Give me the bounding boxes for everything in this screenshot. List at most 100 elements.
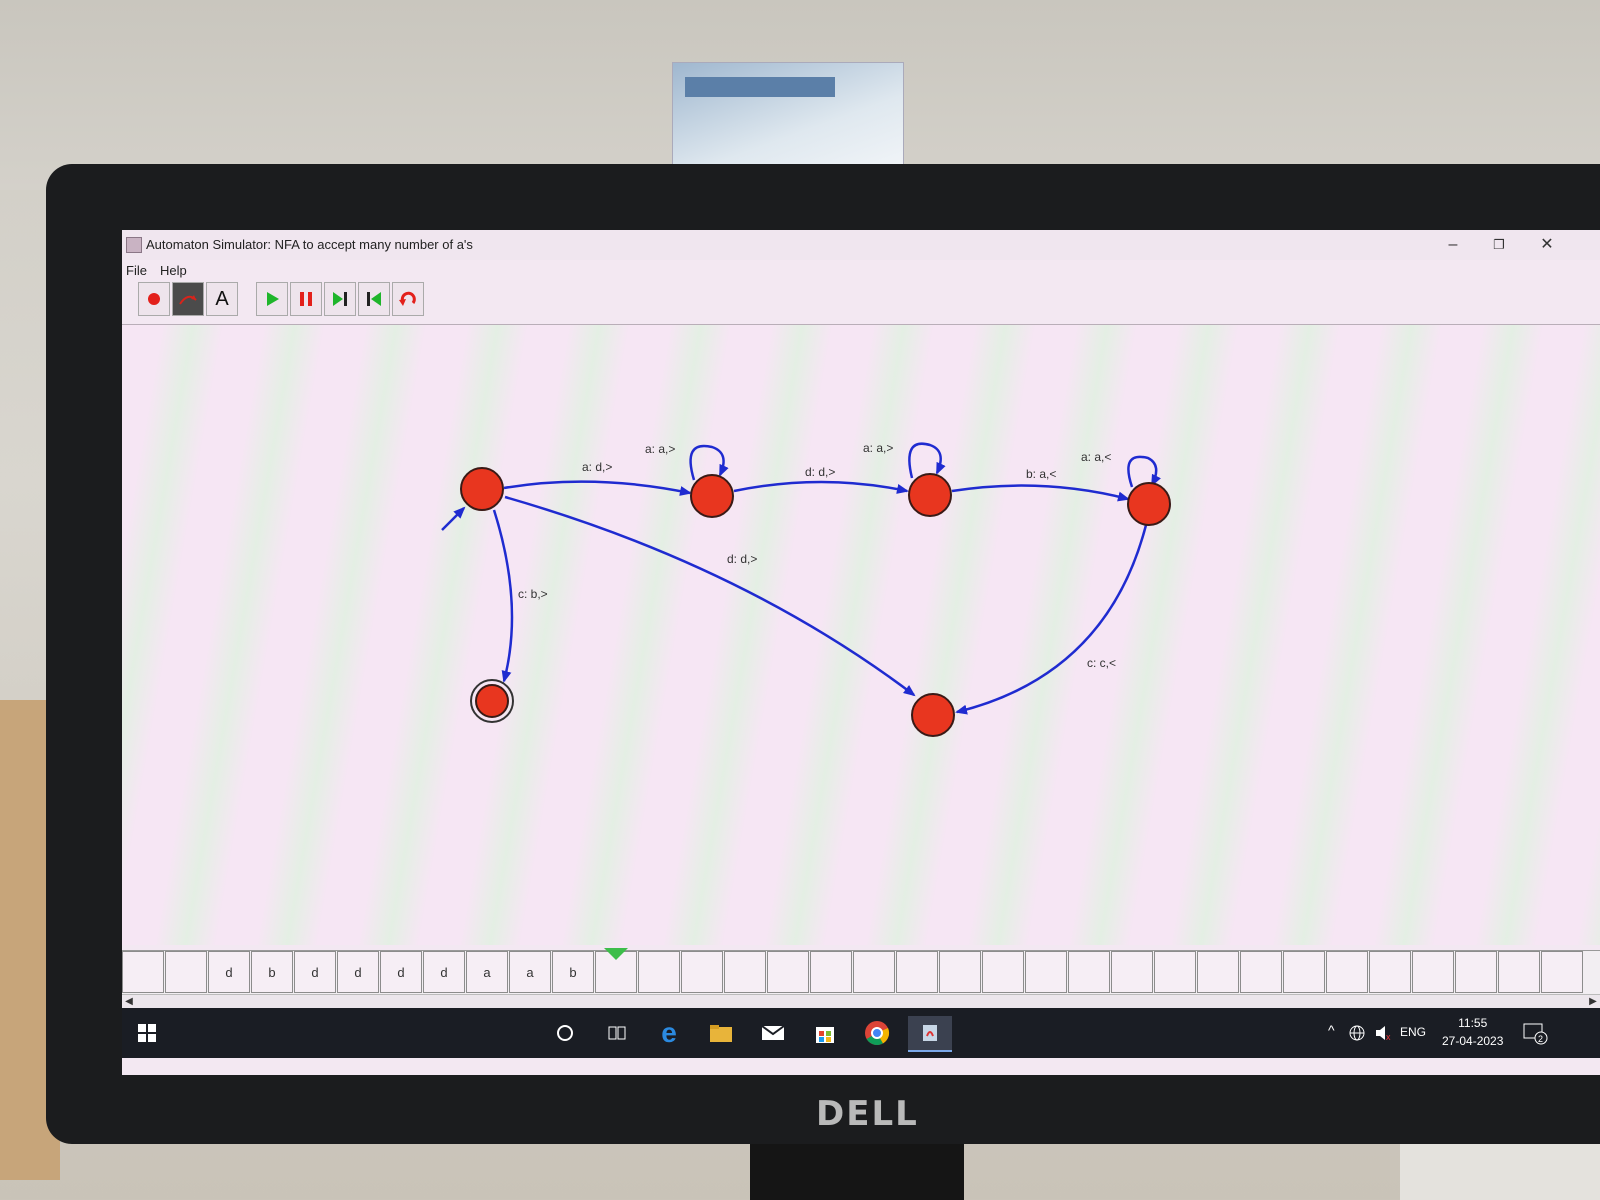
tape-cell[interactable] xyxy=(1025,951,1067,993)
tape-cell[interactable] xyxy=(810,951,852,993)
reset-button[interactable] xyxy=(358,282,390,316)
language-indicator[interactable]: ENG xyxy=(1400,1025,1426,1039)
tape[interactable]: dbddddaab xyxy=(122,948,1600,995)
minimize-button[interactable]: – xyxy=(1442,235,1464,255)
tape-cell[interactable]: d xyxy=(294,951,336,993)
run-button[interactable] xyxy=(256,282,288,316)
transition-q0-q1[interactable] xyxy=(503,480,692,496)
transition-q1-q2[interactable] xyxy=(733,480,909,494)
tray-chevron-icon[interactable]: ^ xyxy=(1328,1022,1335,1038)
tape-cell[interactable] xyxy=(1197,951,1239,993)
pause-icon xyxy=(300,292,312,306)
text-tool-icon: A xyxy=(215,287,229,310)
tape-cell[interactable] xyxy=(1326,951,1368,993)
state-q5-final[interactable] xyxy=(475,684,509,718)
tape-cell[interactable]: d xyxy=(380,951,422,993)
store-icon[interactable] xyxy=(808,1016,842,1050)
tape-cell[interactable] xyxy=(1498,951,1540,993)
clock-date: 27-04-2023 xyxy=(1442,1034,1504,1048)
transition-label: a: a,< xyxy=(1081,450,1111,464)
java-app-icon[interactable] xyxy=(908,1016,952,1052)
tape-cell[interactable] xyxy=(1068,951,1110,993)
rewind-icon xyxy=(367,292,381,306)
state-q0-initial[interactable] xyxy=(460,467,504,511)
step-button[interactable] xyxy=(324,282,356,316)
text-tool-button[interactable]: A xyxy=(206,282,238,316)
start-state-arrow xyxy=(441,506,466,531)
windows-start-icon[interactable] xyxy=(130,1016,164,1050)
transition-label: c: c,< xyxy=(1087,656,1116,670)
scroll-right-icon[interactable]: ▶ xyxy=(1586,995,1600,1009)
search-circle-icon[interactable] xyxy=(548,1016,582,1050)
tape-cell[interactable] xyxy=(724,951,766,993)
file-explorer-icon[interactable] xyxy=(704,1016,738,1050)
tape-cell[interactable]: b xyxy=(552,951,594,993)
tape-cell[interactable] xyxy=(853,951,895,993)
wall-poster xyxy=(672,62,904,174)
scroll-left-icon[interactable]: ◀ xyxy=(122,995,136,1009)
mail-icon[interactable] xyxy=(756,1016,790,1050)
add-state-button[interactable] xyxy=(138,282,170,316)
tape-cell[interactable] xyxy=(1240,951,1282,993)
tape-cell[interactable] xyxy=(1369,951,1411,993)
edge-browser-icon[interactable]: e xyxy=(652,1016,686,1050)
tape-cell[interactable] xyxy=(595,948,637,993)
tape-cell[interactable] xyxy=(638,951,680,993)
restore-button[interactable]: ❐ xyxy=(1488,235,1510,255)
automaton-diagram[interactable]: a: d,> a: a,> d: d,> a: a,> b: a,< a: a,… xyxy=(122,325,1600,945)
chrome-icon[interactable] xyxy=(860,1016,894,1050)
menu-bar: File Help xyxy=(122,260,1600,282)
menu-help[interactable]: Help xyxy=(160,263,187,278)
transition-label: a: a,> xyxy=(645,442,675,456)
tape-cell[interactable] xyxy=(122,951,164,993)
close-button[interactable]: ✕ xyxy=(1536,235,1558,255)
state-q2[interactable] xyxy=(908,473,952,517)
tape-cell[interactable]: b xyxy=(251,951,293,993)
add-transition-button[interactable] xyxy=(172,282,204,316)
tape-cell[interactable] xyxy=(681,951,723,993)
transition-q2-q3[interactable] xyxy=(951,484,1130,502)
transition-q0-q5[interactable] xyxy=(492,509,514,683)
tape-cell[interactable] xyxy=(939,951,981,993)
transition-label: a: a,> xyxy=(863,441,893,455)
tape-cell[interactable] xyxy=(1283,951,1325,993)
tape-cell[interactable] xyxy=(1111,951,1153,993)
play-icon xyxy=(267,292,279,306)
transition-q2-self[interactable] xyxy=(908,442,946,479)
automaton-canvas[interactable]: a: d,> a: a,> d: d,> a: a,> b: a,< a: a,… xyxy=(122,325,1600,945)
state-q3[interactable] xyxy=(1127,482,1171,526)
tape-cell[interactable]: d xyxy=(423,951,465,993)
transition-arrow-icon xyxy=(179,295,197,305)
taskbar-clock[interactable]: 11:55 27-04-2023 xyxy=(1442,1014,1503,1050)
pause-button[interactable] xyxy=(290,282,322,316)
transition-q0-q4[interactable] xyxy=(504,495,916,697)
task-view-icon[interactable] xyxy=(600,1016,634,1050)
tape-cell[interactable]: d xyxy=(337,951,379,993)
undo-button[interactable] xyxy=(392,282,424,316)
volume-muted-icon[interactable]: x xyxy=(1372,1016,1394,1050)
horizontal-scrollbar[interactable]: ◀ ▶ xyxy=(122,994,1600,1009)
monitor-brand-logo: DELL xyxy=(816,1094,919,1134)
transition-q3-q4[interactable] xyxy=(955,524,1148,715)
menu-file[interactable]: File xyxy=(126,263,147,278)
tape-cell[interactable]: d xyxy=(208,951,250,993)
tape-cell[interactable]: a xyxy=(466,951,508,993)
tape-cell[interactable] xyxy=(165,951,207,993)
transition-label: c: b,> xyxy=(518,587,548,601)
state-q4[interactable] xyxy=(911,693,955,737)
windows-taskbar: e ^ x ENG 11:55 27-04-2023 2 xyxy=(122,1008,1600,1058)
tape-cell[interactable] xyxy=(1412,951,1454,993)
tape-cell[interactable] xyxy=(982,951,1024,993)
tape-cell[interactable] xyxy=(1154,951,1196,993)
tape-cell[interactable] xyxy=(896,951,938,993)
tape-cell[interactable] xyxy=(1541,951,1583,993)
title-bar[interactable]: Automaton Simulator: NFA to accept many … xyxy=(122,230,1600,260)
state-q1[interactable] xyxy=(690,474,734,518)
svg-text:x: x xyxy=(1386,1032,1391,1042)
network-globe-icon[interactable] xyxy=(1346,1016,1368,1050)
notification-icon[interactable]: 2 xyxy=(1518,1016,1552,1050)
transition-label: b: a,< xyxy=(1026,467,1056,481)
tape-cell[interactable] xyxy=(767,951,809,993)
tape-cell[interactable] xyxy=(1455,951,1497,993)
tape-cell[interactable]: a xyxy=(509,951,551,993)
